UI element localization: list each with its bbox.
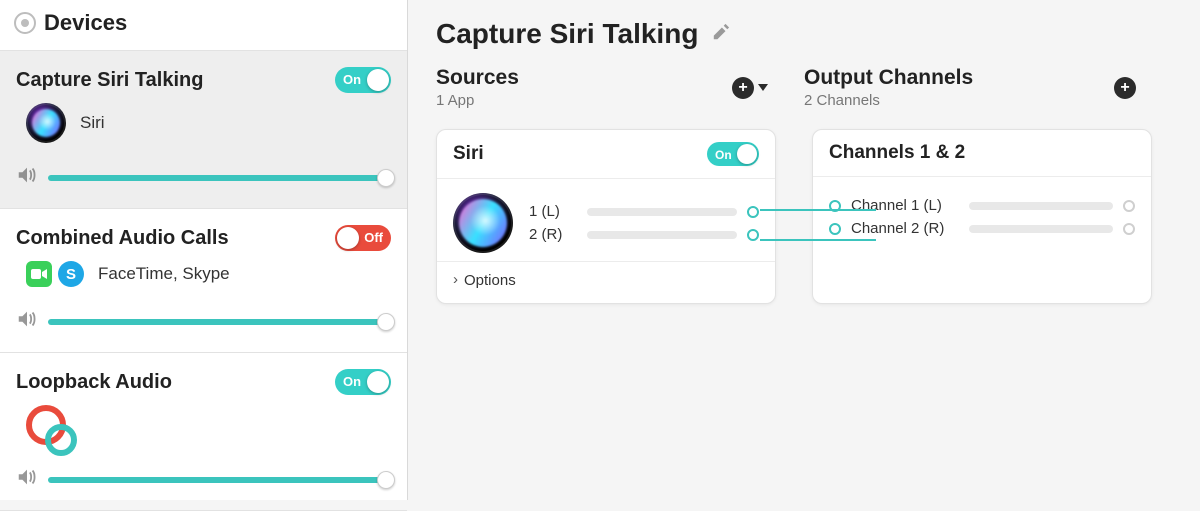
sources-subtitle: 1 App	[436, 92, 519, 109]
add-output-button[interactable]: +	[1114, 77, 1136, 99]
skype-icon: S	[58, 261, 84, 287]
source-toggle[interactable]: On	[707, 142, 759, 166]
plus-icon: +	[732, 77, 754, 99]
level-meter	[587, 231, 737, 239]
route-node-end[interactable]	[1123, 200, 1135, 212]
source-options-button[interactable]: › Options	[437, 261, 775, 303]
device-toggle[interactable]: On	[335, 369, 391, 395]
volume-slider[interactable]	[48, 319, 391, 325]
device-row: Combined Audio Calls Off	[16, 225, 391, 251]
main-panel: Capture Siri Talking Sources 1 App + Out…	[408, 0, 1200, 500]
device-item-capture-siri[interactable]: Capture Siri Talking On Siri	[0, 51, 407, 209]
sidebar: Devices Capture Siri Talking On Siri Com…	[0, 0, 408, 500]
volume-icon	[16, 165, 38, 190]
outputs-title: Output Channels	[804, 66, 973, 90]
source-card[interactable]: Siri On 1 (L) 2 (R)	[436, 129, 776, 304]
device-item-combined-audio[interactable]: Combined Audio Calls Off S FaceTime, Sky…	[0, 209, 407, 353]
route-node-end[interactable]	[1123, 223, 1135, 235]
outputs-section: Output Channels 2 Channels +	[804, 66, 1172, 109]
slider-thumb[interactable]	[377, 313, 395, 331]
slider-thumb[interactable]	[377, 471, 395, 489]
toggle-knob	[367, 371, 389, 393]
toggle-label: On	[343, 369, 361, 395]
device-subrow: Siri	[26, 103, 391, 143]
siri-icon	[453, 193, 513, 253]
sidebar-header: Devices	[0, 0, 407, 51]
level-meter	[969, 202, 1113, 210]
routing-wire-2	[760, 239, 876, 241]
chevron-right-icon: ›	[453, 271, 458, 288]
page-title-row: Capture Siri Talking	[436, 18, 1172, 50]
output-card[interactable]: Channels 1 & 2 Channel 1 (L) Channel 2 (…	[812, 129, 1152, 304]
page-title: Capture Siri Talking	[436, 18, 698, 50]
toggle-label: Off	[364, 225, 383, 251]
device-sub-label: FaceTime, Skype	[98, 264, 230, 284]
device-item-loopback-audio[interactable]: Loopback Audio On	[0, 353, 407, 511]
device-volume-row	[16, 165, 391, 190]
output-card-title: Channels 1 & 2	[829, 142, 965, 164]
sources-title: Sources	[436, 66, 519, 90]
sources-section: Sources 1 App +	[436, 66, 804, 109]
device-toggle[interactable]: Off	[335, 225, 391, 251]
route-node[interactable]	[747, 229, 759, 241]
device-title: Combined Audio Calls	[16, 227, 229, 250]
slider-thumb[interactable]	[377, 169, 395, 187]
devices-icon	[14, 12, 36, 34]
device-sub-label: Siri	[80, 113, 105, 133]
level-meter	[587, 208, 737, 216]
level-meter	[969, 225, 1113, 233]
device-row: Capture Siri Talking On	[16, 67, 391, 93]
output-channel-row: Channel 2 (R)	[829, 220, 1135, 237]
loopback-icon	[26, 405, 66, 445]
toggle-label: On	[715, 142, 732, 168]
edit-title-button[interactable]	[712, 23, 730, 46]
toggle-label: On	[343, 67, 361, 93]
output-card-header: Channels 1 & 2	[813, 130, 1151, 177]
device-title: Loopback Audio	[16, 371, 172, 394]
routing-wire-1	[760, 209, 876, 211]
channel-label: 1 (L)	[529, 203, 577, 220]
source-card-header: Siri On	[437, 130, 775, 179]
device-row: Loopback Audio On	[16, 369, 391, 395]
output-channel-row: Channel 1 (L)	[829, 197, 1135, 214]
outputs-subtitle: 2 Channels	[804, 92, 973, 109]
source-card-title: Siri	[453, 143, 484, 165]
toggle-knob	[337, 227, 359, 249]
volume-slider[interactable]	[48, 477, 391, 483]
device-volume-row	[16, 467, 391, 492]
channel-label: Channel 2 (R)	[851, 220, 959, 237]
source-channel-row: 2 (R)	[529, 226, 759, 243]
route-node[interactable]	[747, 206, 759, 218]
volume-slider[interactable]	[48, 175, 391, 181]
device-title: Capture Siri Talking	[16, 69, 203, 92]
facetime-icon	[26, 261, 52, 287]
sections-row: Sources 1 App + Output Channels 2 Channe…	[436, 66, 1172, 109]
volume-icon	[16, 309, 38, 334]
options-label: Options	[464, 272, 516, 289]
toggle-knob	[737, 144, 757, 164]
source-card-body: 1 (L) 2 (R)	[437, 179, 775, 261]
channel-label: Channel 1 (L)	[851, 197, 959, 214]
route-node[interactable]	[829, 223, 841, 235]
toggle-knob	[367, 69, 389, 91]
sidebar-title: Devices	[44, 10, 127, 36]
source-channel-row: 1 (L)	[529, 203, 759, 220]
chevron-down-icon	[758, 84, 768, 91]
channel-label: 2 (R)	[529, 226, 577, 243]
volume-icon	[16, 467, 38, 492]
device-subrow: S FaceTime, Skype	[26, 261, 391, 287]
output-card-body: Channel 1 (L) Channel 2 (R)	[813, 177, 1151, 261]
device-toggle[interactable]: On	[335, 67, 391, 93]
device-volume-row	[16, 309, 391, 334]
siri-icon	[26, 103, 66, 143]
add-source-button[interactable]: +	[732, 77, 768, 99]
routing-area: Siri On 1 (L) 2 (R)	[436, 129, 1172, 304]
device-subrow	[26, 405, 391, 445]
